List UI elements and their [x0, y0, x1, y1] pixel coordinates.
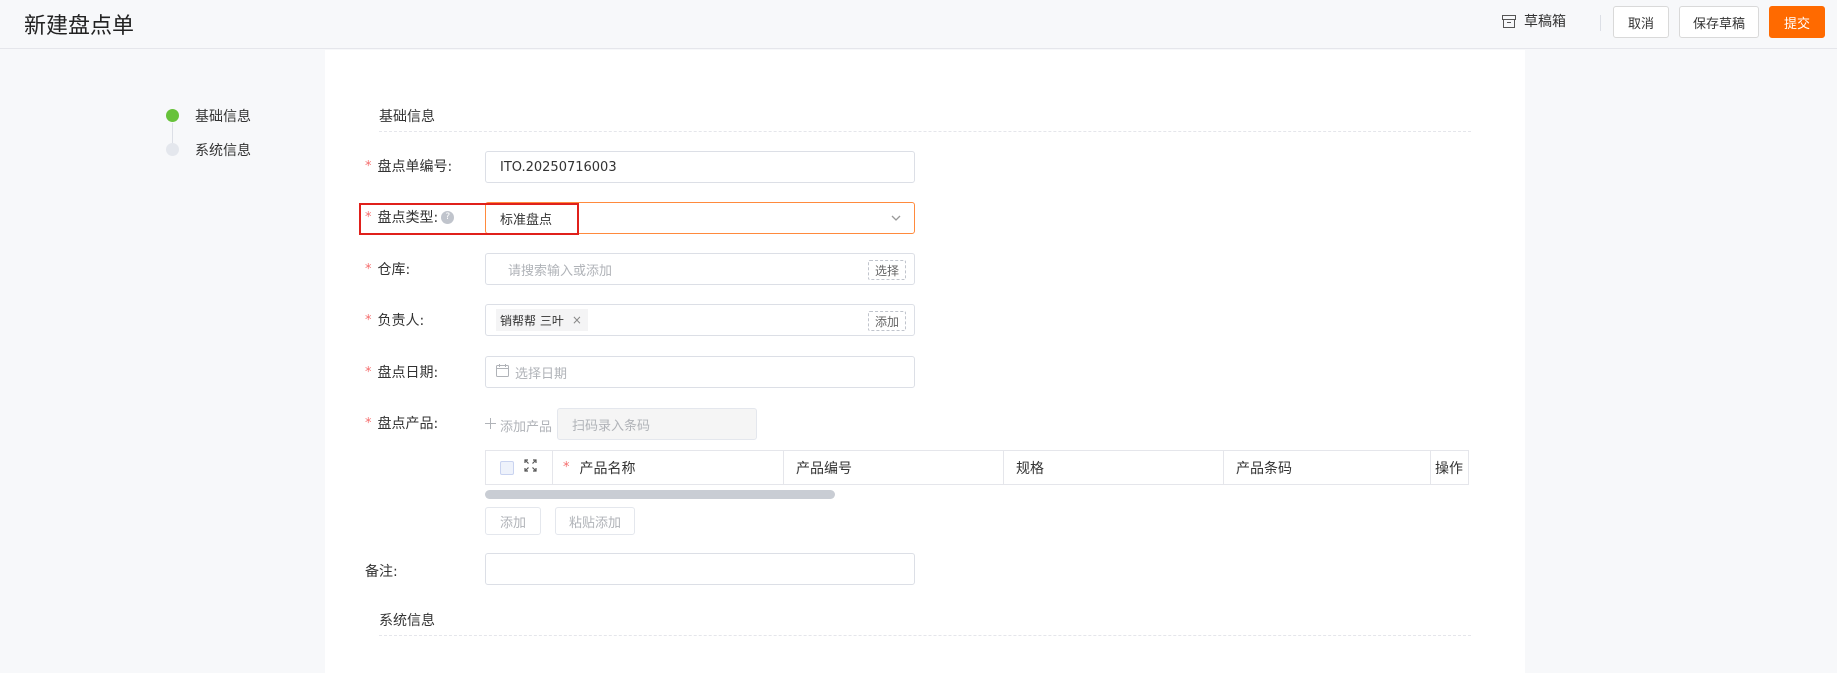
checkbox-icon[interactable]: [500, 460, 514, 475]
number-label: * 盘点单编号:: [365, 156, 452, 176]
remark-label: 备注:: [365, 561, 398, 581]
step-basic-info[interactable]: 基础信息: [166, 106, 251, 143]
required-mark: *: [365, 364, 372, 380]
form-card: 基础信息 * 盘点单编号: ITO.20250716003 * 盘点类型: ? …: [325, 50, 1525, 673]
type-label: * 盘点类型: ?: [365, 207, 455, 227]
owner-label: * 负责人:: [365, 310, 424, 330]
step-system-info[interactable]: 系统信息: [166, 140, 251, 174]
section-title-basic: 基础信息: [379, 109, 435, 125]
barcode-scan-placeholder: 扫码录入条码: [572, 418, 651, 434]
drafts-button[interactable]: 草稿箱: [1502, 11, 1566, 31]
date-placeholder: 选择日期: [515, 366, 568, 382]
plus-icon: [485, 418, 496, 433]
table-horizontal-scrollbar[interactable]: [485, 490, 835, 499]
products-label-text: 盘点产品:: [377, 416, 439, 432]
warehouse-input[interactable]: 请搜索输入或添加 选择: [485, 253, 915, 285]
section-divider: [379, 131, 1471, 132]
barcode-scan-input[interactable]: 扫码录入条码: [557, 408, 757, 440]
expand-icon[interactable]: [524, 459, 537, 476]
page-title: 新建盘点单: [24, 14, 135, 39]
required-mark: *: [365, 261, 372, 277]
products-label: * 盘点产品:: [365, 413, 438, 433]
step-label: 基础信息: [195, 109, 251, 125]
column-product-name: * 产品名称: [553, 451, 784, 484]
required-mark: *: [365, 209, 372, 225]
step-dot-active: [166, 109, 179, 122]
archive-icon: [1502, 14, 1516, 28]
save-draft-button[interactable]: 保存草稿: [1679, 6, 1759, 38]
number-value: ITO.20250716003: [500, 159, 617, 175]
column-actions: 操作: [1435, 460, 1463, 477]
help-icon[interactable]: ?: [441, 210, 455, 224]
owner-add-button[interactable]: 添加: [867, 311, 906, 331]
header-divider: [1600, 15, 1601, 31]
column-product-code: 产品编号: [784, 451, 1004, 484]
chevron-down-icon: [890, 212, 902, 228]
warehouse-label-text: 仓库:: [377, 262, 411, 278]
required-mark: *: [365, 312, 372, 328]
step-label: 系统信息: [195, 143, 251, 159]
add-product-button[interactable]: 添加产品: [485, 416, 552, 435]
column-spec: 规格: [1004, 451, 1224, 484]
type-label-text: 盘点类型:: [377, 210, 439, 226]
owner-label-text: 负责人:: [377, 313, 425, 329]
date-label: * 盘点日期:: [365, 362, 438, 382]
owner-tag: 销帮帮 三叶 ×: [496, 309, 588, 331]
step-navigator: 基础信息 系统信息: [166, 106, 251, 174]
required-mark: *: [563, 460, 570, 475]
paste-add-button[interactable]: 粘贴添加: [555, 507, 635, 535]
number-input[interactable]: ITO.20250716003: [485, 151, 915, 183]
column-label: 产品名称: [579, 460, 636, 477]
step-dot-pending: [166, 143, 179, 156]
warehouse-label: * 仓库:: [365, 259, 410, 279]
drafts-label: 草稿箱: [1524, 14, 1566, 30]
remark-label-text: 备注:: [365, 564, 398, 580]
required-mark: *: [365, 415, 372, 431]
section-divider: [379, 635, 1471, 636]
cancel-button[interactable]: 取消: [1613, 6, 1669, 38]
type-select[interactable]: 标准盘点: [485, 202, 915, 234]
table-select-column: [486, 451, 553, 484]
close-icon[interactable]: ×: [572, 313, 582, 327]
remark-input[interactable]: [485, 553, 915, 585]
warehouse-placeholder: 请搜索输入或添加: [508, 263, 613, 279]
submit-button[interactable]: 提交: [1769, 6, 1825, 38]
product-table-header: * 产品名称 产品编号 规格 产品条码 操作: [485, 450, 1469, 485]
warehouse-select-button[interactable]: 选择: [867, 260, 906, 280]
calendar-icon: [496, 363, 509, 381]
number-label-text: 盘点单编号:: [377, 159, 453, 175]
owner-input[interactable]: 销帮帮 三叶 × 添加: [485, 304, 915, 336]
column-barcode: 产品条码: [1224, 451, 1431, 484]
type-value: 标准盘点: [500, 212, 553, 228]
owner-tag-label: 销帮帮 三叶: [500, 313, 564, 328]
required-mark: *: [365, 158, 372, 174]
date-label-text: 盘点日期:: [377, 365, 439, 381]
section-title-system: 系统信息: [379, 613, 435, 629]
date-picker[interactable]: 选择日期: [485, 356, 915, 388]
add-row-button[interactable]: 添加: [485, 507, 541, 535]
page-header: 新建盘点单 草稿箱 取消 保存草稿 提交: [0, 0, 1837, 49]
add-product-label: 添加产品: [500, 420, 553, 435]
